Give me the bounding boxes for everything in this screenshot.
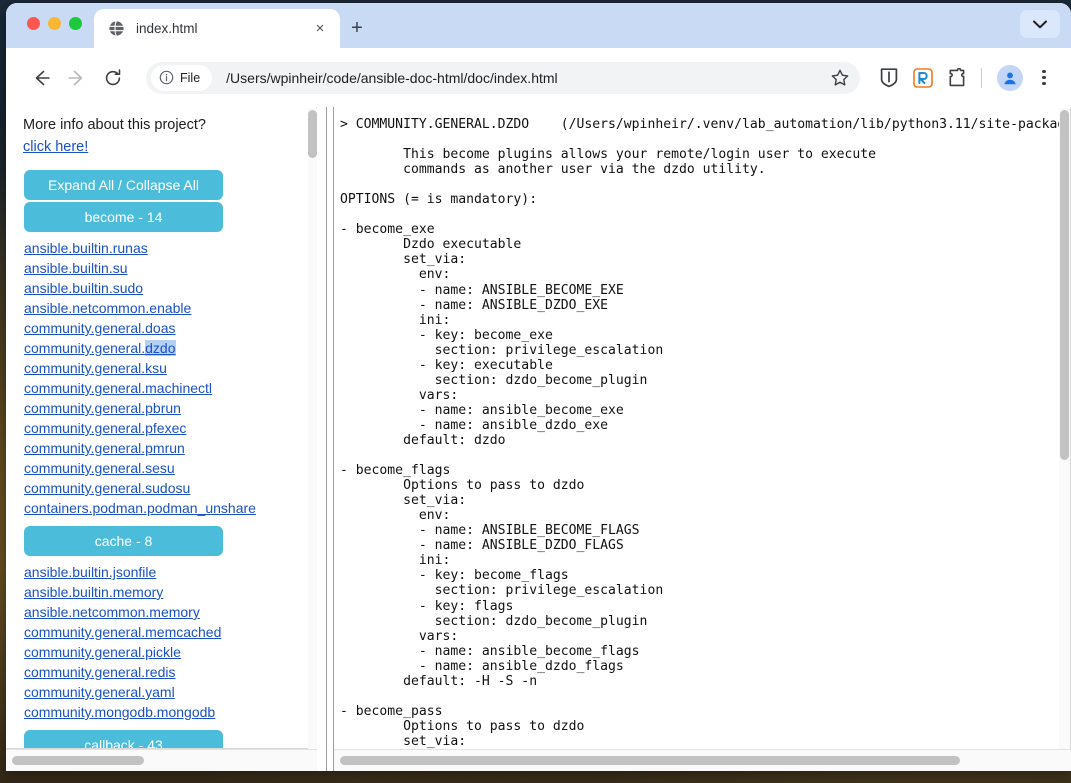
maximize-window-button[interactable] xyxy=(69,17,82,30)
chevron-down-icon xyxy=(1033,20,1047,28)
reload-button[interactable] xyxy=(98,63,128,93)
document-horizontal-scrollbar[interactable] xyxy=(334,749,1071,771)
star-icon[interactable] xyxy=(830,68,850,88)
document-vertical-scroll-thumb[interactable] xyxy=(1060,110,1069,460)
document-horizontal-scroll-thumb[interactable] xyxy=(340,756,960,765)
tab-title: index.html xyxy=(136,21,198,36)
globe-icon xyxy=(108,20,125,37)
group-header-become[interactable]: become - 14 xyxy=(24,202,223,232)
shield-icon xyxy=(880,68,898,88)
plugin-link[interactable]: community.general.redis xyxy=(24,662,304,682)
forward-arrow-icon xyxy=(68,70,83,85)
r-letter-icon xyxy=(913,67,933,88)
plugin-link[interactable]: community.general.memcached xyxy=(24,622,304,642)
plugin-link[interactable]: community.general.ksu xyxy=(24,358,304,378)
sidebar-horizontal-scrollbar[interactable] xyxy=(6,749,317,771)
plugin-link[interactable]: ansible.netcommon.memory xyxy=(24,602,304,622)
plugin-link[interactable]: containers.podman.podman_unshare xyxy=(24,498,304,518)
plugin-link-prefix: community.general. xyxy=(24,340,146,356)
kebab-menu-icon xyxy=(1042,75,1046,80)
plugin-link[interactable]: community.general.pickle xyxy=(24,642,304,662)
plugin-link-selected[interactable]: community.general.dzdo xyxy=(24,338,304,358)
plugin-link-highlight: dzdo xyxy=(145,340,176,356)
plugin-link[interactable]: community.general.sesu xyxy=(24,458,304,478)
document-pane: > COMMUNITY.GENERAL.DZDO (/Users/wpinhei… xyxy=(334,107,1071,771)
reload-icon xyxy=(105,68,121,85)
document-vertical-scrollbar[interactable] xyxy=(1059,108,1070,749)
puzzle-piece-icon xyxy=(949,67,965,86)
project-info-question: More info about this project? xyxy=(23,117,206,133)
plugin-link[interactable]: ansible.builtin.runas xyxy=(24,238,304,258)
browser-menu-button[interactable] xyxy=(1031,65,1057,91)
sidebar-vertical-scroll-thumb[interactable] xyxy=(308,110,317,158)
scheme-label: File xyxy=(180,70,201,85)
document-content: > COMMUNITY.GENERAL.DZDO (/Users/wpinhei… xyxy=(334,107,1071,771)
window-traffic-lights xyxy=(27,17,82,30)
profile-avatar-button[interactable] xyxy=(997,64,1023,91)
address-bar[interactable]: File /Users/wpinheir/code/ansible-doc-ht… xyxy=(146,61,860,94)
plugin-link[interactable]: ansible.netcommon.enable xyxy=(24,298,304,318)
plugin-link[interactable]: community.general.pbrun xyxy=(24,398,304,418)
tab-strip: index.html × + xyxy=(6,3,1071,48)
group-header-cache[interactable]: cache - 8 xyxy=(24,526,223,556)
back-button[interactable] xyxy=(26,63,56,93)
toolbar-divider xyxy=(981,67,982,88)
avatar-icon xyxy=(1004,72,1016,84)
minimize-window-button[interactable] xyxy=(48,17,61,30)
plugin-link[interactable]: community.general.pmrun xyxy=(24,438,304,458)
plugin-link[interactable]: ansible.builtin.sudo xyxy=(24,278,304,298)
r-extension-icon[interactable] xyxy=(908,63,938,93)
plugin-link[interactable]: community.general.sudosu xyxy=(24,478,304,498)
new-tab-button[interactable]: + xyxy=(344,15,370,41)
plugin-link[interactable]: community.mongodb.mongodb xyxy=(24,702,304,722)
pane-divider[interactable] xyxy=(326,107,334,771)
puzzle-extension-icon[interactable] xyxy=(942,63,972,93)
plugin-link[interactable]: community.general.pfexec xyxy=(24,418,304,438)
tab-list-menu-button[interactable] xyxy=(1020,10,1060,38)
close-icon[interactable]: × xyxy=(310,19,330,39)
url-text: /Users/wpinheir/code/ansible-doc-html/do… xyxy=(226,69,558,86)
tab-index-html[interactable]: index.html × xyxy=(94,9,340,48)
plugin-link[interactable]: ansible.builtin.memory xyxy=(24,582,304,602)
scheme-chip[interactable]: File xyxy=(151,64,213,91)
close-window-button[interactable] xyxy=(27,17,40,30)
sidebar-horizontal-scroll-thumb[interactable] xyxy=(12,756,144,765)
sidebar-content: More info about this project? click here… xyxy=(6,107,317,749)
plugin-link[interactable]: community.general.yaml xyxy=(24,682,304,702)
back-arrow-icon xyxy=(35,70,50,85)
shield-extension-icon[interactable] xyxy=(874,63,904,93)
plugin-link[interactable]: community.general.machinectl xyxy=(24,378,304,398)
click-here-link[interactable]: click here! xyxy=(23,139,88,155)
plugin-link[interactable]: community.general.doas xyxy=(24,318,304,338)
group-header-callback[interactable]: callback - 43 xyxy=(24,730,223,748)
browser-window: index.html × + File /Users/wpinheir/code… xyxy=(6,3,1071,771)
plugin-link[interactable]: ansible.builtin.jsonfile xyxy=(24,562,304,582)
sidebar-vertical-scrollbar[interactable] xyxy=(308,108,317,749)
plugin-documentation-text: > COMMUNITY.GENERAL.DZDO (/Users/wpinhei… xyxy=(340,117,1066,749)
browser-toolbar: File /Users/wpinheir/code/ansible-doc-ht… xyxy=(6,48,1071,107)
forward-button[interactable] xyxy=(62,63,92,93)
plugin-link[interactable]: ansible.builtin.su xyxy=(24,258,304,278)
page-viewport: More info about this project? click here… xyxy=(6,107,1071,771)
expand-all-collapse-all-button[interactable]: Expand All / Collapse All xyxy=(24,170,223,200)
info-circle-icon xyxy=(159,70,174,85)
sidebar-pane: More info about this project? click here… xyxy=(6,107,326,771)
